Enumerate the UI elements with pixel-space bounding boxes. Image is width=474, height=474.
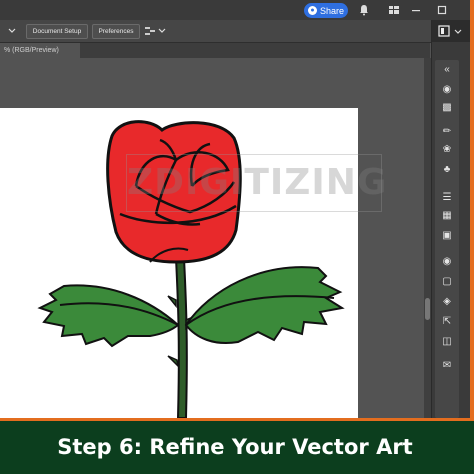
export-icon[interactable]: ⇱ (441, 316, 453, 328)
chevron-down-icon[interactable] (8, 27, 16, 35)
share-label: Share (319, 5, 345, 16)
user-icon: ● (307, 6, 317, 15)
bell-icon[interactable] (358, 4, 370, 16)
club-icon[interactable]: ♣ (441, 164, 453, 176)
artboards-icon[interactable]: ◫ (441, 336, 453, 348)
layers-stack-icon[interactable]: ◈ (441, 296, 453, 308)
collapse-icon[interactable]: « (441, 64, 453, 76)
libraries-icon[interactable]: ▩ (441, 102, 453, 114)
scroll-thumb[interactable] (425, 298, 430, 320)
minimize-icon[interactable] (410, 4, 422, 16)
symbol-icon[interactable]: ❀ (441, 144, 453, 156)
properties-icon[interactable] (438, 25, 450, 37)
vertical-scrollbar[interactable] (424, 58, 431, 418)
layers-icon[interactable]: ◉ (441, 84, 453, 96)
caption-banner: Step 6: Refine Your Vector Art (0, 418, 474, 474)
chevron-down-icon[interactable] (158, 27, 166, 35)
orange-frame: ● Share Document Setup Preferences % (RG… (0, 0, 474, 474)
appearance-icon[interactable]: ◉ (441, 256, 453, 268)
stroke-icon[interactable]: ▢ (441, 276, 453, 288)
caption-text: Step 6: Refine Your Vector Art (57, 435, 413, 459)
align-icon[interactable]: ☰ (441, 192, 453, 204)
app-bar: ● Share (0, 0, 470, 20)
gradient-icon[interactable]: ▦ (441, 210, 453, 222)
arrange-icon[interactable] (144, 25, 156, 37)
panel-header (432, 20, 470, 42)
control-bar: Document Setup Preferences (0, 20, 470, 43)
illustrator-window: ● Share Document Setup Preferences % (RG… (0, 0, 470, 418)
document-setup-button[interactable]: Document Setup (26, 24, 88, 39)
chevron-down-icon[interactable] (454, 28, 462, 36)
brush-icon[interactable]: ✏ (441, 126, 453, 138)
arrange-documents-icon[interactable] (388, 4, 400, 16)
share-button[interactable]: ● Share (304, 3, 348, 18)
panel-icon-strip: « ◉ ▩ ✏ ❀ ♣ ☰ ▦ ▣ ◉ ▢ ◈ ⇱ ◫ ✉ (435, 60, 459, 418)
right-leaf (184, 266, 345, 344)
tab-document[interactable]: % (RGB/Preview) (0, 43, 80, 58)
watermark: ZDIGITIZING (126, 154, 386, 212)
comment-icon[interactable]: ✉ (441, 360, 453, 372)
document-tab-bar: % (RGB/Preview) (0, 43, 430, 58)
restore-icon[interactable] (436, 4, 448, 16)
preferences-button[interactable]: Preferences (92, 24, 140, 39)
transparency-icon[interactable]: ▣ (441, 230, 453, 242)
